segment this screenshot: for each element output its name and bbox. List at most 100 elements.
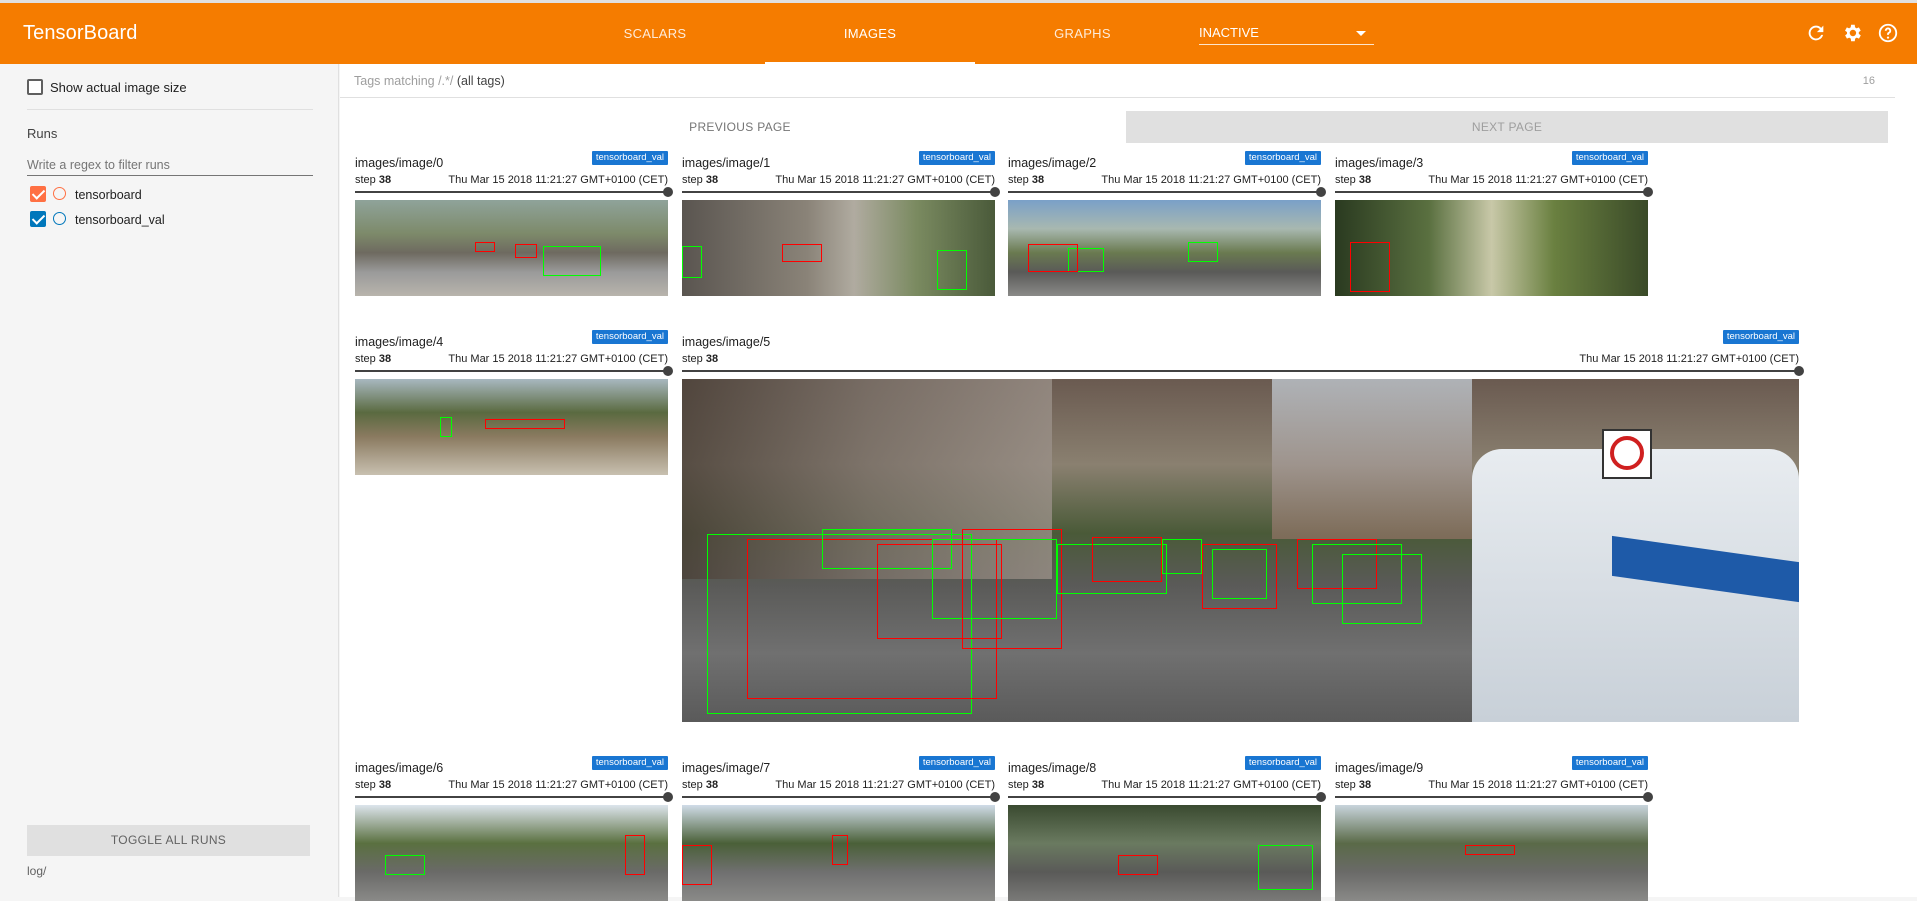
help-icon[interactable]: [1877, 22, 1899, 44]
step-slider[interactable]: [1335, 792, 1653, 802]
run-checkbox-tensorboard-val[interactable]: [30, 211, 46, 227]
run-checkbox-tensorboard[interactable]: [30, 186, 46, 202]
step-label: step 38: [1008, 174, 1044, 186]
step-text: step: [682, 353, 703, 365]
image-card: images/image/7 tensorboard_val step 38 T…: [682, 756, 1000, 901]
image-card: images/image/9 tensorboard_val step 38 T…: [1335, 756, 1653, 901]
tag-filter[interactable]: Tags matching /.*/ (all tags) 16: [340, 64, 1895, 98]
image-tag-title: images/image/8: [1008, 761, 1097, 775]
tab-scalars[interactable]: SCALARS: [581, 3, 729, 64]
run-badge: tensorboard_val: [1571, 756, 1648, 770]
inactive-dashboards-dropdown[interactable]: INACTIVE: [1199, 21, 1374, 45]
tag-count: 16: [1862, 75, 1875, 87]
tab-images[interactable]: IMAGES: [765, 3, 975, 64]
bounding-box: [1092, 537, 1162, 582]
slider-knob[interactable]: [663, 187, 673, 197]
image-tag-title: images/image/5: [682, 335, 771, 349]
slider-knob[interactable]: [663, 366, 673, 376]
step-label: step 38: [1335, 779, 1371, 791]
image-preview: [1008, 805, 1321, 901]
step-value: 38: [1358, 174, 1372, 186]
slider-knob[interactable]: [1794, 366, 1804, 376]
image-tag-title: images/image/6: [355, 761, 444, 775]
slider-knob[interactable]: [1643, 187, 1653, 197]
step-value: 38: [1358, 779, 1372, 791]
next-page-button[interactable]: NEXT PAGE: [1126, 111, 1888, 143]
step-slider[interactable]: [682, 366, 1804, 376]
image-tag-title: images/image/7: [682, 761, 771, 775]
step-value: 38: [705, 779, 719, 791]
wall-time: Thu Mar 15 2018 11:21:27 GMT+0100 (CET): [1579, 353, 1799, 365]
settings-icon[interactable]: [1841, 22, 1863, 44]
step-value: 38: [378, 353, 392, 365]
step-slider[interactable]: [355, 187, 673, 197]
step-slider[interactable]: [1008, 792, 1326, 802]
image-tag-title: images/image/2: [1008, 156, 1097, 170]
run-color-swatch-icon: [53, 187, 66, 200]
runs-title: Runs: [27, 126, 58, 141]
sidebar-divider: [27, 109, 313, 110]
bounding-box: [1465, 845, 1515, 855]
step-value: 38: [1031, 779, 1045, 791]
bounding-box: [832, 835, 848, 865]
toggle-all-runs-button[interactable]: TOGGLE ALL RUNS: [27, 825, 310, 856]
slider-knob[interactable]: [1643, 792, 1653, 802]
image-tag-title: images/image/4: [355, 335, 444, 349]
image-preview: [1335, 805, 1648, 901]
slider-knob[interactable]: [990, 187, 1000, 197]
run-badge: tensorboard_val: [591, 756, 668, 770]
wall-time: Thu Mar 15 2018 11:21:27 GMT+0100 (CET): [1101, 174, 1321, 186]
image-preview: [355, 379, 668, 475]
bounding-box: [937, 250, 967, 290]
tab-graphs[interactable]: GRAPHS: [1010, 3, 1155, 64]
images-dashboard: Tags matching /.*/ (all tags) 16 PREVIOU…: [340, 64, 1917, 901]
step-label: step 38: [355, 174, 391, 186]
step-value: 38: [705, 174, 719, 186]
bounding-box: [1162, 539, 1202, 574]
app-title: TensorBoard: [23, 22, 138, 44]
step-slider[interactable]: [1008, 187, 1326, 197]
bounding-box: [515, 244, 537, 258]
image-tag-title: images/image/9: [1335, 761, 1424, 775]
wall-time: Thu Mar 15 2018 11:21:27 GMT+0100 (CET): [775, 779, 995, 791]
slider-knob[interactable]: [1316, 187, 1326, 197]
run-badge: tensorboard_val: [591, 330, 668, 344]
step-value: 38: [378, 779, 392, 791]
bounding-box: [440, 417, 452, 437]
image-preview: [355, 200, 668, 296]
image-card: images/image/8 tensorboard_val step 38 T…: [1008, 756, 1326, 901]
wall-time: Thu Mar 15 2018 11:21:27 GMT+0100 (CET): [1101, 779, 1321, 791]
run-label-tensorboard-val: tensorboard_val: [75, 213, 165, 227]
step-slider[interactable]: [355, 792, 673, 802]
bounding-box: [543, 246, 601, 276]
inactive-dropdown-label: INACTIVE: [1199, 25, 1259, 40]
step-label: step 38: [1008, 779, 1044, 791]
image-tag-title: images/image/0: [355, 156, 444, 170]
tag-filter-regex: /.*/: [438, 74, 454, 88]
previous-page-button[interactable]: PREVIOUS PAGE: [340, 111, 1140, 143]
bounding-box: [485, 419, 565, 429]
image-card-expanded: images/image/5 tensorboard_val step 38 T…: [682, 330, 1804, 725]
step-slider[interactable]: [682, 792, 1000, 802]
step-slider[interactable]: [1335, 187, 1653, 197]
image-card: images/image/3 tensorboard_val step 38 T…: [1335, 151, 1653, 296]
bounding-box: [962, 529, 1062, 649]
step-slider[interactable]: [682, 187, 1000, 197]
show-actual-size-checkbox[interactable]: [27, 79, 43, 95]
bounding-box: [682, 845, 712, 885]
image-preview: [1008, 200, 1321, 296]
building-background: [1272, 379, 1472, 539]
run-filter-input[interactable]: Write a regex to filter runs: [27, 154, 313, 176]
image-card: images/image/4 tensorboard_val step 38 T…: [355, 330, 673, 475]
step-label: step 38: [1335, 174, 1371, 186]
run-badge: tensorboard_val: [591, 151, 668, 165]
step-text: step: [682, 174, 703, 186]
refresh-icon[interactable]: [1805, 22, 1827, 44]
slider-knob[interactable]: [1316, 792, 1326, 802]
step-slider[interactable]: [355, 366, 673, 376]
slider-knob[interactable]: [663, 792, 673, 802]
step-text: step: [682, 779, 703, 791]
slider-knob[interactable]: [990, 792, 1000, 802]
bounding-box: [1212, 549, 1267, 599]
wall-time: Thu Mar 15 2018 11:21:27 GMT+0100 (CET): [1428, 779, 1648, 791]
